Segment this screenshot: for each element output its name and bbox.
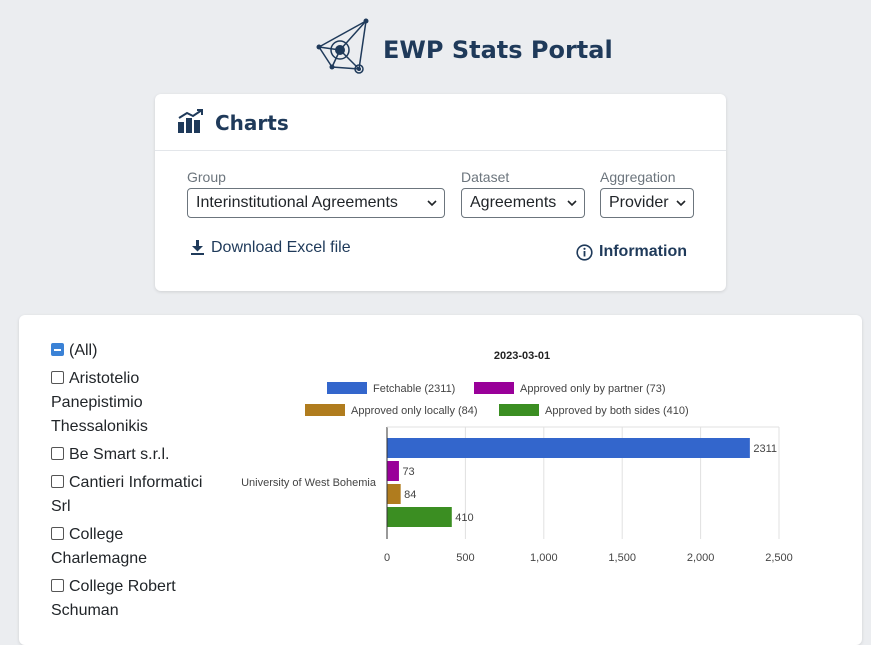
legend-label: Approved only locally (84) (351, 405, 478, 417)
bar-chart: 2023-03-01 Fetchable (2311) Approved only … (241, 350, 793, 564)
group-select[interactable]: Interinstitutional Agreements (187, 188, 445, 218)
checkbox[interactable] (51, 371, 64, 384)
checkbox-partial[interactable] (51, 343, 64, 356)
aggregation-select[interactable]: Provider (600, 188, 694, 218)
filter-label: College Robert Schuman (51, 578, 176, 619)
group-label: Group (187, 169, 226, 185)
header: EWP Stats Portal (0, 0, 871, 94)
information-label: Information (599, 243, 687, 260)
chevron-down-icon (676, 200, 686, 207)
aggregation-select-value: Provider (609, 194, 669, 211)
filter-item-be-smart[interactable]: Be Smart s.r.l. (51, 443, 221, 467)
legend-label: Approved only by partner (73) (520, 383, 666, 395)
x-tick-label: 2,500 (765, 552, 793, 564)
download-excel-link[interactable]: Download Excel file (191, 239, 351, 257)
filter-label: Aristotelio Panepistimio Thessalonikis (51, 370, 148, 435)
charts-panel-header: Charts (155, 94, 726, 151)
chart-bar-icon (178, 109, 203, 133)
x-tick-label: 0 (384, 552, 390, 564)
bar-partner (387, 461, 399, 481)
chart-title: 2023-03-01 (494, 350, 550, 362)
filter-item-college-charlemagne[interactable]: College Charlemagne (51, 523, 221, 571)
x-tick-label: 1,500 (608, 552, 636, 564)
filter-label: Be Smart s.r.l. (69, 446, 170, 463)
filter-label: Cantieri Informatici Srl (51, 474, 203, 515)
legend-swatch (327, 382, 367, 394)
x-tick-label: 2,000 (687, 552, 715, 564)
charts-panel: Charts Group Interinstitutional Agreemen… (155, 94, 726, 291)
dataset-select[interactable]: Agreements (461, 188, 585, 218)
app-title: EWP Stats Portal (383, 36, 613, 64)
network-logo-icon (316, 18, 369, 74)
legend-swatch (474, 382, 514, 394)
filter-label: (All) (69, 342, 98, 359)
chevron-down-icon (427, 200, 437, 207)
x-tick-label: 1,000 (530, 552, 558, 564)
data-label: 84 (404, 489, 416, 501)
data-label: 410 (455, 512, 473, 524)
info-icon (576, 244, 593, 261)
dataset-label: Dataset (461, 169, 510, 185)
aggregation-label: Aggregation (600, 169, 676, 185)
filter-item-all[interactable]: (All) (51, 339, 221, 363)
data-label: 2311 (753, 443, 777, 455)
download-icon (191, 240, 204, 255)
checkbox[interactable] (51, 447, 64, 460)
bar-fetchable (387, 438, 750, 458)
legend-swatch (499, 404, 539, 416)
legend-label: Fetchable (2311) (373, 383, 455, 395)
group-select-value: Interinstitutional Agreements (196, 194, 398, 211)
chart-panel: (All) Aristotelio Panepistimio Thessalon… (19, 315, 862, 645)
download-excel-label: Download Excel file (211, 239, 351, 256)
filter-item-college-robert-schuman[interactable]: College Robert Schuman (51, 575, 221, 623)
dataset-select-value: Agreements (470, 194, 557, 211)
filter-item-cantieri[interactable]: Cantieri Informatici Srl (51, 471, 221, 519)
filter-list: (All) Aristotelio Panepistimio Thessalon… (51, 339, 221, 627)
legend-label: Approved by both sides (410) (545, 405, 689, 417)
checkbox[interactable] (51, 579, 64, 592)
data-label: 73 (402, 466, 414, 478)
bar-both (387, 507, 452, 527)
bar-locally (387, 484, 401, 504)
checkbox[interactable] (51, 475, 64, 488)
charts-title: Charts (215, 111, 289, 135)
checkbox[interactable] (51, 527, 64, 540)
legend-swatch (305, 404, 345, 416)
filter-label: College Charlemagne (51, 526, 148, 567)
information-link[interactable]: Information (576, 243, 687, 261)
category-label: University of West Bohemia (241, 477, 377, 489)
chevron-down-icon (567, 200, 577, 207)
filter-item-aristotelio[interactable]: Aristotelio Panepistimio Thessalonikis (51, 367, 221, 439)
x-tick-label: 500 (456, 552, 474, 564)
